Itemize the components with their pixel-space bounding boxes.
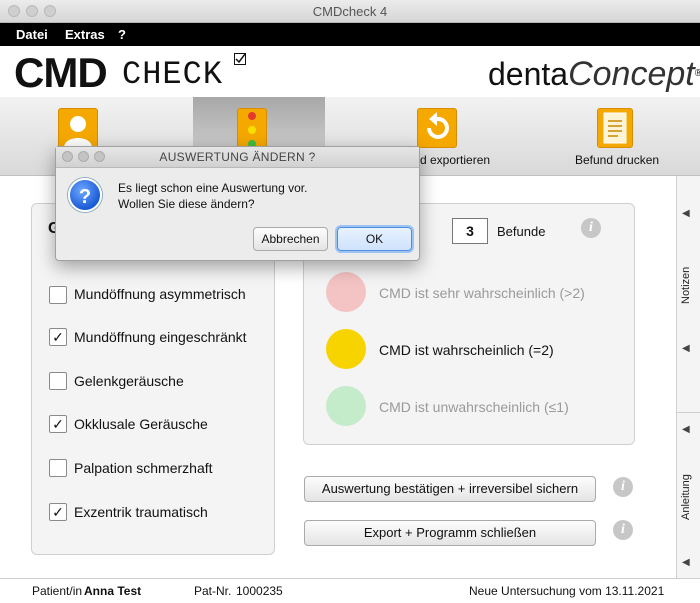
patient-name: Anna Test [84, 584, 142, 598]
logo-cmd: CMD [14, 49, 108, 96]
status-light-yellow [326, 329, 366, 369]
checkbox-label[interactable]: Exzentrik traumatisch [74, 504, 208, 520]
checkbox-label[interactable]: Mundöffnung eingeschränkt [74, 329, 247, 345]
info-icon[interactable]: i [581, 218, 601, 238]
result-level-medium: CMD ist wahrscheinlich (=2) [379, 342, 554, 358]
question-icon: ? [68, 178, 102, 212]
checkbox-label[interactable]: Palpation schmerzhaft [74, 460, 213, 476]
checkbox-palpation-schmerzhaft[interactable] [49, 459, 67, 477]
export-close-button[interactable]: Export + Programm schließen [304, 520, 596, 546]
checkbox-okklusale-geraeusche[interactable]: ✓ [49, 415, 67, 433]
window-title: CMDcheck 4 [312, 4, 388, 19]
patient-label: Patient/in [32, 584, 83, 598]
status-light-green [326, 386, 366, 426]
ok-button[interactable]: OK [337, 227, 412, 251]
anleitung-tab[interactable]: Anleitung [680, 474, 692, 520]
traffic-light-icon[interactable] [237, 108, 267, 148]
brand-logo-left: denta [488, 56, 569, 92]
rail-divider [676, 412, 700, 413]
brand-logo: dentaConcept® [488, 55, 700, 93]
status-light-red [326, 272, 366, 312]
checkbox-label[interactable]: Mundöffnung asymmetrisch [74, 286, 246, 302]
checkbox-mundoeffnung-asymmetrisch[interactable] [49, 286, 67, 304]
export-icon[interactable] [417, 108, 457, 148]
patnr-label: Pat-Nr. [194, 584, 232, 598]
exam-date: Neue Untersuchung vom 13.11.2021 [469, 584, 665, 598]
rail-arrow-left-icon[interactable]: ◀ [682, 208, 690, 219]
toolbar-print-label[interactable]: Befund drucken [575, 153, 659, 167]
menu-bar [0, 23, 700, 46]
info-icon[interactable]: i [613, 520, 633, 540]
findings-count-label: Befunde [497, 224, 546, 239]
dialog-message-line1: Es liegt schon eine Auswertung vor. [118, 181, 308, 195]
checkbox-mundoeffnung-eingeschraenkt[interactable]: ✓ [49, 328, 67, 346]
dialog-title: AUSWERTUNG ÄNDERN ? [159, 150, 316, 164]
result-level-low: CMD ist unwahrscheinlich (≤1) [379, 399, 569, 415]
logo-check: CHECK [122, 56, 224, 93]
logo-checkbox-icon [234, 53, 246, 65]
rail-arrow-left-icon[interactable]: ◀ [682, 557, 690, 568]
checkbox-exzentrik-traumatisch[interactable]: ✓ [49, 503, 67, 521]
dialog-message-line2: Wollen Sie diese ändern? [118, 197, 255, 211]
cancel-button[interactable]: Abbrechen [253, 227, 328, 251]
toolbar-export-label: d exportieren [420, 153, 491, 167]
brand-logo-right: Concept [568, 55, 695, 93]
menu-datei[interactable]: Datei [16, 27, 48, 42]
checkbox-label[interactable]: Gelenkgeräusche [74, 373, 184, 389]
rail-arrow-left-icon[interactable]: ◀ [682, 343, 690, 354]
confirm-save-button[interactable]: Auswertung bestätigen + irreversibel sic… [304, 476, 596, 502]
info-icon[interactable]: i [613, 477, 633, 497]
findings-count: 3 [452, 218, 488, 244]
user-icon[interactable] [58, 108, 98, 148]
print-document-icon[interactable] [597, 108, 633, 148]
patnr-value: 1000235 [236, 584, 283, 598]
notizen-tab[interactable]: Notizen [680, 267, 692, 304]
menu-help[interactable]: ? [118, 27, 126, 42]
rail-arrow-left-icon[interactable]: ◀ [682, 424, 690, 435]
checkbox-label[interactable]: Okklusale Geräusche [74, 416, 208, 432]
checkbox-gelenkgeraeusche[interactable] [49, 372, 67, 390]
menu-extras[interactable]: Extras [65, 27, 105, 42]
result-level-high: CMD ist sehr wahrscheinlich (>2) [379, 285, 585, 301]
